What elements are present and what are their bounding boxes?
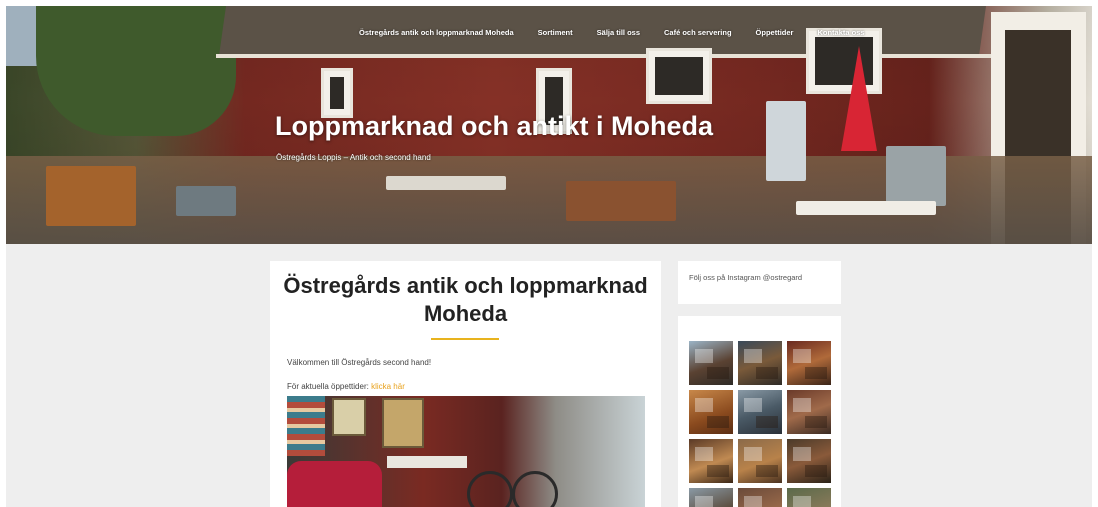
nav-item-cafe[interactable]: Café och servering	[664, 28, 732, 37]
hero-tree	[36, 6, 236, 136]
instagram-feed	[678, 316, 841, 507]
opening-hours-prefix: För aktuella öppettider:	[287, 382, 369, 391]
instagram-thumbnail[interactable]	[738, 390, 782, 434]
nav-item-home[interactable]: Östregårds antik och loppmarknad Moheda	[359, 28, 514, 37]
opening-hours-link[interactable]: klicka här	[371, 382, 405, 391]
photo-painting	[332, 398, 366, 436]
title-divider	[431, 338, 499, 340]
hero-furniture	[886, 146, 946, 206]
main-content-card: Östregårds antik och loppmarknad Moheda …	[270, 261, 661, 507]
hero-furniture	[766, 101, 806, 181]
hero-furniture	[176, 186, 236, 216]
hero-furniture	[386, 176, 506, 190]
instagram-thumbnail[interactable]	[689, 390, 733, 434]
hero-window	[646, 48, 712, 104]
instagram-follow-text: Följ oss på Instagram @ostregard	[689, 273, 803, 282]
main-navigation: Östregårds antik och loppmarknad Moheda …	[359, 28, 889, 37]
welcome-text: Välkommen till Östregårds second hand!	[287, 358, 432, 367]
photo-bicycle-wheel	[467, 471, 513, 507]
hero-subtitle: Östregårds Loppis – Antik och second han…	[276, 153, 431, 162]
instagram-widget: Följ oss på Instagram @ostregard	[678, 261, 841, 304]
photo-table	[387, 456, 467, 468]
hero-furniture	[796, 201, 936, 215]
photo-sofa	[287, 461, 382, 507]
hero-furniture	[566, 181, 676, 221]
instagram-thumbnail[interactable]	[787, 341, 831, 385]
instagram-thumbnail[interactable]	[787, 439, 831, 483]
hero-banner: Östregårds antik och loppmarknad Moheda …	[6, 6, 1092, 244]
nav-item-oppettider[interactable]: Öppettider	[756, 28, 794, 37]
nav-item-salja[interactable]: Sälja till oss	[597, 28, 640, 37]
instagram-thumbnail[interactable]	[787, 390, 831, 434]
instagram-thumbnail[interactable]	[738, 488, 782, 507]
page-title: Östregårds antik och loppmarknad Moheda	[283, 273, 648, 326]
photo-painting	[382, 398, 424, 448]
nav-item-sortiment[interactable]: Sortiment	[538, 28, 573, 37]
instagram-thumbnail[interactable]	[738, 341, 782, 385]
nav-item-kontakt[interactable]: Kontakta oss	[817, 28, 864, 37]
instagram-thumbnail[interactable]	[787, 488, 831, 507]
page-frame: Östregårds antik och loppmarknad Moheda …	[6, 6, 1092, 507]
hero-umbrella	[841, 46, 877, 151]
photo-rug	[287, 396, 325, 456]
opening-hours-text: För aktuella öppettider: klicka här	[287, 382, 405, 391]
photo-bicycle-wheel	[512, 471, 558, 507]
instagram-thumbnail[interactable]	[738, 439, 782, 483]
instagram-thumbnail[interactable]	[689, 488, 733, 507]
hero-furniture	[46, 166, 136, 226]
hero-title: Loppmarknad och antikt i Moheda	[275, 111, 714, 141]
instagram-thumbnail[interactable]	[689, 439, 733, 483]
market-photo	[287, 396, 645, 507]
instagram-thumbnail[interactable]	[689, 341, 733, 385]
